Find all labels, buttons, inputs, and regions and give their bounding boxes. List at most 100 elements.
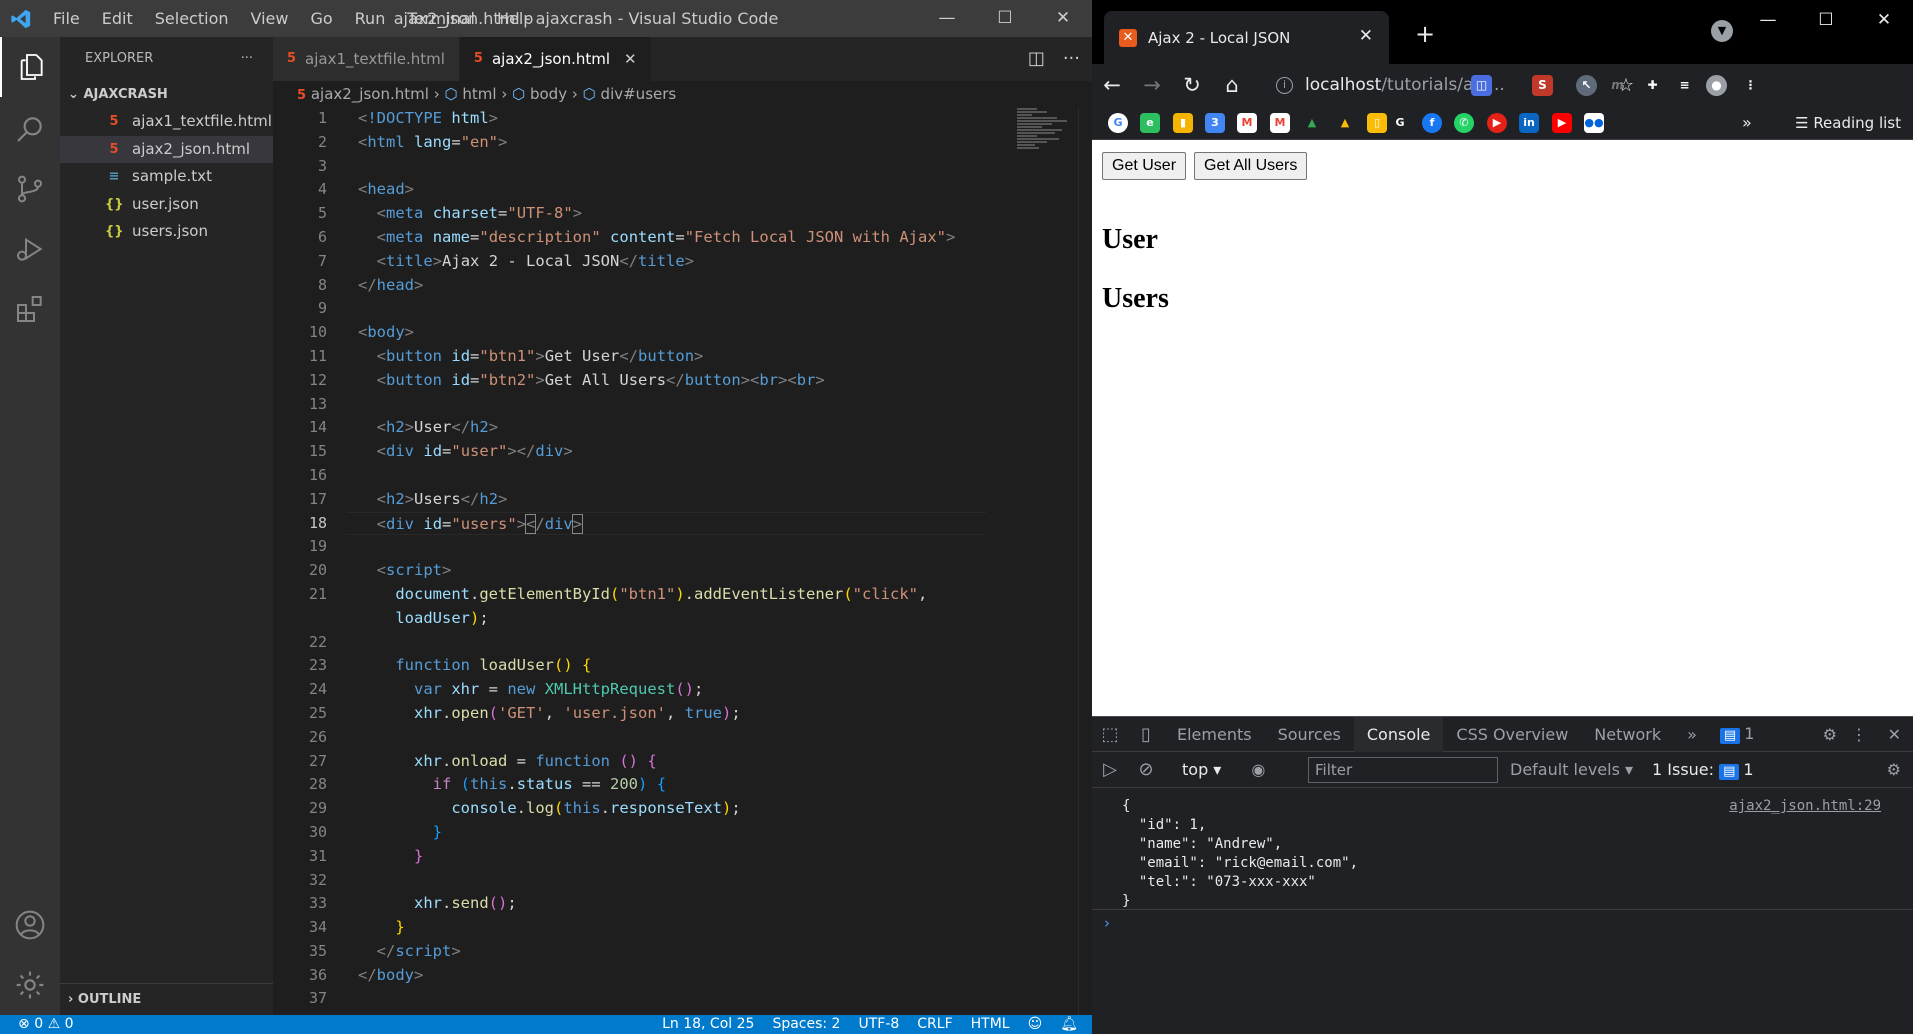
code-editor[interactable]: 1 2 3 4 5 6 7 8 9 10 11 12 13 14 15 16 17 18 19 20 21 22 23 24 2…	[273, 107, 1092, 1015]
breadcrumb-div[interactable]: div#users	[601, 85, 677, 103]
minimap[interactable]	[1017, 107, 1077, 187]
search-icon[interactable]	[0, 99, 60, 159]
sidebar-toggle-icon[interactable]: ▷	[1092, 759, 1128, 780]
bookmark-gmail-icon[interactable]: M	[1237, 113, 1257, 133]
tab-network[interactable]: Network	[1581, 717, 1674, 752]
devtools-settings-icon[interactable]: ⚙	[1823, 725, 1837, 744]
breadcrumb-html[interactable]: html	[462, 85, 496, 103]
reload-icon[interactable]: ↻	[1172, 73, 1212, 97]
bookmark-drive-icon[interactable]: ▲	[1302, 113, 1322, 133]
editor-scrollbar[interactable]	[1078, 107, 1092, 1015]
tab-sources[interactable]: Sources	[1265, 717, 1354, 752]
more-tabs-icon[interactable]: »	[1674, 717, 1710, 752]
issues-badge[interactable]: ▤ 1	[1719, 724, 1754, 744]
end-of-line[interactable]: CRLF	[917, 1015, 952, 1034]
bookmark-g-icon[interactable]: G	[1390, 113, 1410, 133]
tab-ajax2-json[interactable]: 5 ajax2_json.html ✕	[459, 37, 652, 81]
explorer-icon[interactable]	[0, 37, 60, 97]
context-select[interactable]: top ▾	[1182, 760, 1221, 779]
bookmark-whatsapp-icon[interactable]: ✆	[1454, 113, 1474, 133]
tab-search-icon[interactable]: ▼	[1711, 20, 1733, 42]
account-icon[interactable]	[0, 895, 60, 955]
bookmark-note-icon[interactable]: ▯	[1367, 113, 1387, 133]
media-playlist-icon[interactable]: ≡	[1674, 75, 1695, 96]
console-settings-icon[interactable]: ⚙	[1887, 760, 1901, 779]
menu-help[interactable]: Help	[486, 0, 544, 37]
extension-translate-icon[interactable]: ◫	[1471, 75, 1492, 96]
devtools-close-icon[interactable]: ✕	[1888, 725, 1901, 744]
extension-m-icon[interactable]: m	[1607, 75, 1628, 96]
bookmark-youtube-music-icon[interactable]: ▶	[1487, 113, 1507, 133]
minimize-icon[interactable]: —	[918, 0, 976, 37]
device-toolbar-icon[interactable]: ▯	[1128, 724, 1164, 745]
explorer-more-icon[interactable]: ···	[241, 37, 253, 81]
forward-arrow-icon[interactable]: →	[1132, 73, 1172, 97]
minimize-icon[interactable]: —	[1739, 0, 1797, 40]
browser-tab[interactable]: ✕ Ajax 2 - Local JSON ✕	[1104, 11, 1389, 64]
cursor-position[interactable]: Ln 18, Col 25	[662, 1015, 754, 1034]
console-filter-input[interactable]: Filter	[1308, 757, 1498, 783]
menu-edit[interactable]: Edit	[91, 0, 144, 37]
outline-section[interactable]: › OUTLINE	[60, 983, 273, 1015]
language-mode[interactable]: HTML	[971, 1015, 1010, 1034]
extension-s-icon[interactable]: S	[1532, 75, 1553, 96]
file-ajax2-json[interactable]: 5 ajax2_json.html	[60, 135, 273, 163]
tab-console[interactable]: Console	[1353, 716, 1444, 752]
file-user-json[interactable]: {} user.json	[60, 191, 273, 219]
bookmark-gmail-icon[interactable]: M	[1270, 113, 1290, 133]
bookmark-linkedin-icon[interactable]: in	[1519, 113, 1539, 133]
bookmark-google-icon[interactable]: G	[1108, 113, 1128, 133]
home-icon[interactable]: ⌂	[1212, 73, 1252, 97]
extension-cursor-icon[interactable]: ↖	[1576, 75, 1597, 96]
file-sample-txt[interactable]: ≡ sample.txt	[60, 163, 273, 191]
maximize-icon[interactable]: ☐	[976, 0, 1034, 37]
menu-run[interactable]: Run	[344, 0, 397, 37]
encoding[interactable]: UTF-8	[858, 1015, 899, 1034]
code-content[interactable]: <!DOCTYPE html> <html lang="en"> <head> …	[346, 107, 1018, 1011]
tab-close-icon[interactable]: ✕	[1359, 26, 1373, 46]
more-actions-icon[interactable]: ···	[1063, 37, 1080, 81]
new-tab-icon[interactable]: +	[1415, 20, 1435, 48]
devtools-menu-icon[interactable]: ⋮	[1851, 725, 1867, 744]
extensions-puzzle-icon[interactable]: ✚	[1642, 75, 1663, 96]
bookmark-flickr-icon[interactable]: ●●	[1584, 113, 1604, 133]
bookmark-calendar-icon[interactable]: 3	[1205, 113, 1225, 133]
maximize-icon[interactable]: ☐	[1797, 0, 1855, 40]
tab-css-overview[interactable]: CSS Overview	[1443, 717, 1581, 752]
file-ajax1-textfile[interactable]: 5 ajax1_textfile.html	[60, 108, 273, 136]
split-editor-icon[interactable]: ◫	[1028, 37, 1045, 81]
file-users-json[interactable]: {} users.json	[60, 218, 273, 246]
indentation[interactable]: Spaces: 2	[772, 1015, 840, 1034]
inspect-element-icon[interactable]: ⬚	[1092, 724, 1128, 745]
site-info-icon[interactable]: i	[1276, 76, 1293, 94]
close-icon[interactable]: ✕	[1855, 0, 1913, 40]
close-icon[interactable]: ✕	[1034, 0, 1092, 37]
settings-gear-icon[interactable]	[0, 955, 60, 1015]
back-arrow-icon[interactable]: ←	[1092, 73, 1132, 97]
tab-elements[interactable]: Elements	[1164, 717, 1265, 752]
bookmarks-overflow-icon[interactable]: »	[1742, 106, 1752, 140]
clear-console-icon[interactable]: ⊘	[1128, 759, 1164, 780]
bookmark-drive-icon[interactable]: ▲	[1335, 113, 1355, 133]
breadcrumb-file[interactable]: ajax2_json.html	[311, 85, 429, 103]
menu-go[interactable]: Go	[299, 0, 343, 37]
console-prompt[interactable]: ›	[1104, 914, 1110, 932]
chrome-menu-icon[interactable]: ⋮	[1740, 75, 1761, 96]
bookmark-facebook-icon[interactable]: f	[1422, 113, 1442, 133]
bookmark-keep-icon[interactable]: ▮	[1173, 113, 1193, 133]
breadcrumb-body[interactable]: body	[530, 85, 567, 103]
reading-list[interactable]: ☰ Reading list	[1795, 106, 1901, 140]
tab-close-icon[interactable]: ✕	[624, 37, 637, 81]
issues-counter[interactable]: 1 Issue: ▤ 1	[1652, 760, 1754, 780]
source-control-icon[interactable]	[0, 159, 60, 219]
menu-file[interactable]: File	[42, 0, 91, 37]
get-user-button[interactable]: Get User	[1102, 152, 1187, 180]
folder-header[interactable]: ⌄ AJAXCRASH	[60, 81, 273, 108]
console-log-source-link[interactable]: ajax2_json.html:29	[1729, 798, 1881, 814]
run-debug-icon[interactable]	[0, 219, 60, 279]
log-levels-select[interactable]: Default levels ▾	[1510, 760, 1633, 779]
menu-view[interactable]: View	[240, 0, 300, 37]
get-all-users-button[interactable]: Get All Users	[1194, 152, 1308, 180]
profile-avatar[interactable]: ●	[1706, 75, 1727, 96]
live-expression-eye-icon[interactable]: ◉	[1251, 760, 1265, 779]
